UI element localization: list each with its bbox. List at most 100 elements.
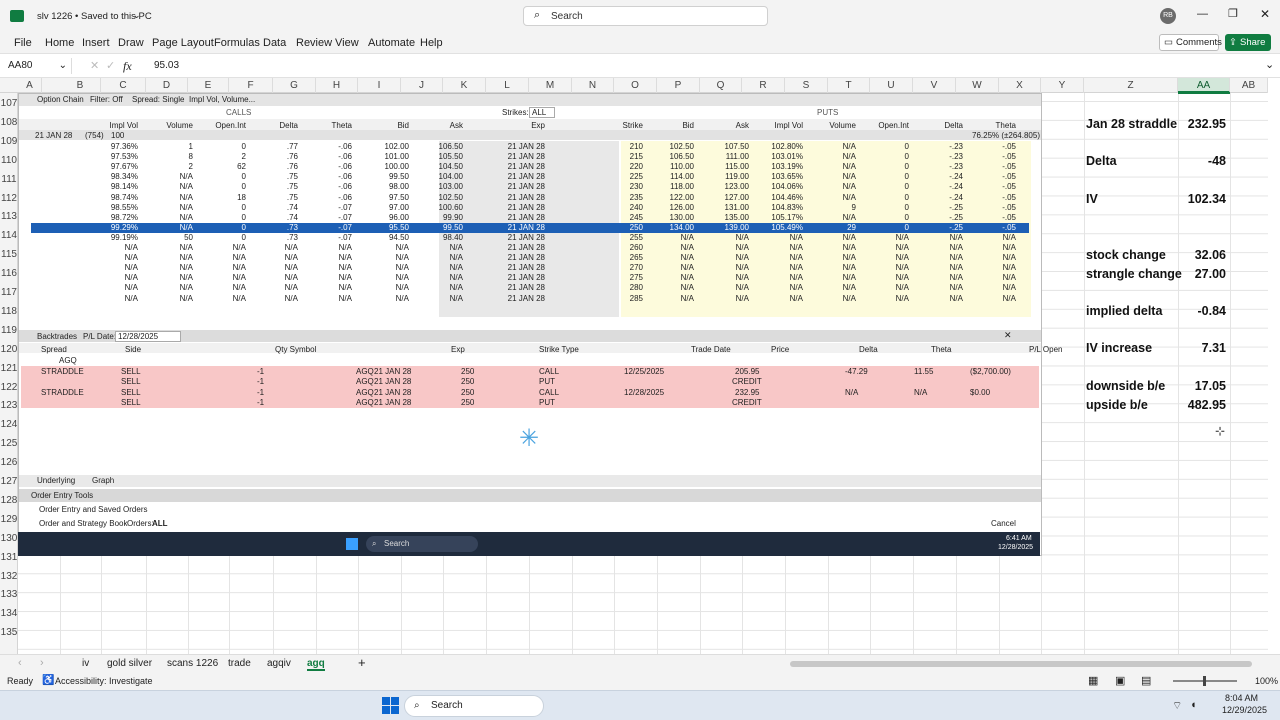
pl-date-input[interactable]: 12/28/2025	[115, 331, 181, 342]
row-header[interactable]: 120	[0, 344, 18, 355]
minimize-button[interactable]: —	[1197, 8, 1208, 20]
column-header[interactable]: W	[956, 78, 999, 93]
summary-value[interactable]: 32.06	[1195, 248, 1226, 262]
add-sheet-button[interactable]: +	[358, 655, 366, 670]
strikes-select[interactable]: ALL	[529, 107, 556, 118]
summary-value[interactable]: 482.95	[1188, 398, 1226, 412]
underlying-label[interactable]: Underlying	[37, 476, 75, 485]
taskbar-date[interactable]: 12/29/2025	[1222, 705, 1267, 715]
row-header[interactable]: 127	[0, 476, 18, 487]
tab-automate[interactable]: Automate	[368, 37, 415, 49]
row-header[interactable]: 129	[0, 514, 18, 525]
row-header[interactable]: 130	[0, 533, 18, 544]
confirm-edit-icon[interactable]: ✓	[106, 59, 115, 72]
name-box[interactable]: AA80 ⌄	[4, 58, 72, 74]
column-header[interactable]: M	[529, 78, 572, 93]
column-header[interactable]: B	[60, 78, 101, 93]
column-header[interactable]: E	[188, 78, 229, 93]
row-header[interactable]: 113	[0, 211, 18, 222]
row-header[interactable]: 133	[0, 589, 18, 600]
expand-formula-icon[interactable]: ⌄	[1265, 58, 1274, 71]
summary-value[interactable]: -48	[1208, 154, 1226, 168]
wifi-icon[interactable]: ⌔	[1172, 699, 1182, 713]
summary-value[interactable]: 232.95	[1188, 117, 1226, 131]
tab-formulas[interactable]: Formulas	[214, 37, 260, 49]
insert-function-icon[interactable]: fx	[123, 59, 132, 74]
row-header[interactable]: 134	[0, 608, 18, 619]
column-header[interactable]: R	[742, 78, 785, 93]
cancel-edit-icon[interactable]: ✕	[90, 59, 99, 72]
row-header[interactable]: 117	[0, 287, 18, 298]
title-dropdown-icon[interactable]: ⌄	[133, 10, 141, 21]
page-layout-view-icon[interactable]: ▣	[1115, 674, 1125, 687]
order-entry-saved[interactable]: Order Entry and Saved Orders	[39, 505, 148, 514]
column-header[interactable]: V	[913, 78, 956, 93]
tab-review[interactable]: Review	[296, 37, 332, 49]
horizontal-scrollbar[interactable]	[790, 661, 1252, 667]
row-header[interactable]: 122	[0, 382, 18, 393]
tab-insert[interactable]: Insert	[82, 37, 110, 49]
exp-group-label[interactable]: 21 JAN 28	[35, 131, 72, 140]
name-box-dropdown-icon[interactable]: ⌄	[59, 58, 67, 74]
sheet-tab[interactable]: scans 1226	[167, 658, 218, 669]
restore-button[interactable]: ❐	[1228, 7, 1238, 20]
normal-view-icon[interactable]: ▦	[1088, 674, 1098, 687]
taskbar-search-box[interactable]: ⌕ Search	[404, 695, 544, 717]
row-header[interactable]: 132	[0, 571, 18, 582]
tab-home[interactable]: Home	[45, 37, 74, 49]
close-button[interactable]: ✕	[1260, 7, 1270, 21]
column-header[interactable]: AB	[1230, 78, 1268, 93]
column-header[interactable]: H	[316, 78, 358, 93]
column-header[interactable]: X	[999, 78, 1041, 93]
sheet-tab[interactable]: trade	[228, 658, 251, 669]
comments-button[interactable]: ▭ Comments	[1159, 34, 1222, 51]
summary-value[interactable]: 7.31	[1202, 341, 1226, 355]
row-header[interactable]: 112	[0, 193, 18, 204]
row-header[interactable]: 135	[0, 627, 18, 638]
column-header[interactable]: K	[443, 78, 486, 93]
taskbar-time[interactable]: 8:04 AM	[1225, 693, 1258, 703]
summary-value[interactable]: -0.84	[1198, 304, 1227, 318]
row-header[interactable]: 118	[0, 306, 18, 317]
sheet-tab[interactable]: gold silver	[107, 658, 152, 669]
scroll-left-icon[interactable]: ‹	[18, 657, 22, 669]
summary-value[interactable]: 27.00	[1195, 267, 1226, 281]
row-header[interactable]: 111	[0, 174, 18, 185]
tab-draw[interactable]: Draw	[118, 37, 144, 49]
accessibility-status[interactable]: Accessibility: Investigate	[55, 676, 153, 686]
column-header[interactable]: F	[229, 78, 273, 93]
tab-view[interactable]: View	[335, 37, 359, 49]
sheet-tab[interactable]: agq	[307, 658, 325, 671]
backtrade-row[interactable]	[21, 387, 1039, 408]
summary-value[interactable]: 17.05	[1195, 379, 1226, 393]
share-button[interactable]: ⇪ Share	[1225, 34, 1271, 51]
start-windows-icon[interactable]	[382, 697, 399, 714]
search-box[interactable]: ⌕ Search	[523, 6, 768, 26]
close-backtrades-icon[interactable]: ✕	[1004, 330, 1012, 341]
column-header[interactable]: D	[146, 78, 188, 93]
row-header[interactable]: 125	[0, 438, 18, 449]
row-header[interactable]: 123	[0, 400, 18, 411]
row-header[interactable]: 128	[0, 495, 18, 506]
row-header[interactable]: 119	[0, 325, 18, 336]
row-header[interactable]: 126	[0, 457, 18, 468]
column-header[interactable]: Z	[1084, 78, 1178, 93]
column-header[interactable]: L	[486, 78, 529, 93]
avatar[interactable]: RB	[1160, 8, 1176, 24]
order-strategy-book[interactable]: Order and Strategy Book	[39, 519, 128, 528]
column-header[interactable]: O	[614, 78, 657, 93]
tab-page-layout[interactable]: Page Layout	[152, 37, 214, 49]
row-header[interactable]: 124	[0, 419, 18, 430]
column-header[interactable]: A	[18, 78, 42, 93]
formula-input[interactable]: 95.03	[154, 60, 179, 71]
tab-file[interactable]: File	[14, 37, 32, 49]
orders-value[interactable]: ALL	[152, 519, 168, 528]
column-header[interactable]: N	[572, 78, 614, 93]
column-header[interactable]: S	[785, 78, 828, 93]
row-header[interactable]: 116	[0, 268, 18, 279]
row-header[interactable]: 115	[0, 249, 18, 260]
row-header[interactable]: 108	[0, 117, 18, 128]
cancel-orders-button[interactable]: Cancel	[991, 519, 1016, 528]
sheet-tab[interactable]: iv	[82, 658, 89, 669]
column-header[interactable]: T	[828, 78, 870, 93]
